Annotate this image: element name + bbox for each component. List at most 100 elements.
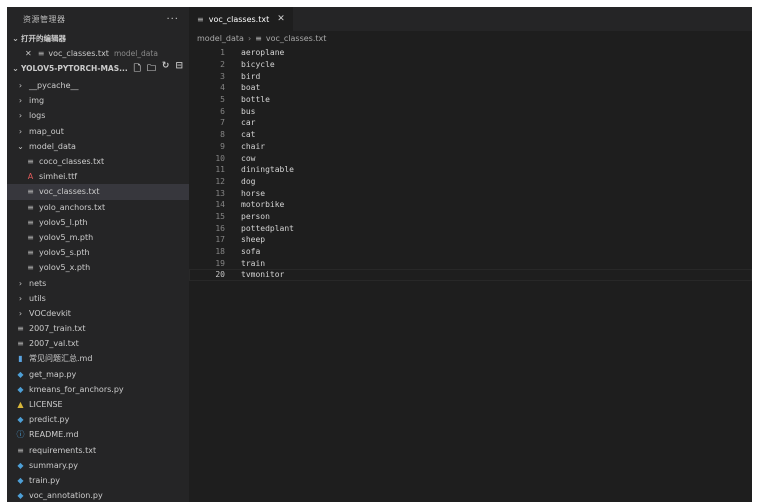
file-item[interactable]: ◆ kmeans_for_anchors.py (7, 382, 189, 397)
close-icon[interactable]: ✕ (277, 14, 285, 24)
line-number: 16 (215, 223, 225, 233)
file-item[interactable]: ≡ 2007_val.txt (7, 336, 189, 351)
code-line[interactable]: 12 dog (189, 176, 752, 188)
project-section[interactable]: ⌄ YOLOV5-PYTORCH-MAS... 🗋 🗀 ↻ ⊟ (7, 61, 189, 76)
more-actions-icon[interactable]: ··· (166, 14, 179, 25)
folder-item[interactable]: › logs (7, 108, 189, 123)
open-editors-section[interactable]: ⌄ 打开的编辑器 (7, 31, 189, 46)
tree-item-label: utils (29, 293, 46, 303)
code-line[interactable]: 4 boat (189, 82, 752, 94)
line-number: 4 (220, 83, 225, 93)
close-icon[interactable]: ✕ (25, 49, 32, 58)
chevron-right-icon: › (247, 34, 252, 43)
code-line[interactable]: 13 horse (189, 187, 752, 199)
code-line[interactable]: 20 tvmonitor (189, 269, 752, 281)
code-line[interactable]: 9 chair (189, 141, 752, 153)
python-file-icon: ◆ (17, 460, 24, 470)
file-item[interactable]: ≡ yolov5_l.pth (7, 215, 189, 230)
breadcrumb-file[interactable]: voc_classes.txt (266, 34, 327, 43)
line-number: 11 (215, 165, 225, 175)
code-line[interactable]: 2 bicycle (189, 59, 752, 71)
code-line[interactable]: 15 person (189, 211, 752, 223)
line-text: bird (241, 71, 261, 81)
code-line[interactable]: 6 bus (189, 105, 752, 117)
markdown-file-icon: ▮ (18, 354, 23, 364)
folder-item[interactable]: › VOCdevkit (7, 306, 189, 321)
file-item[interactable]: ▮ 常见问题汇总.md (7, 351, 189, 366)
file-item[interactable]: ◆ train.py (7, 473, 189, 488)
code-line[interactable]: 8 cat (189, 129, 752, 141)
text-file-icon: ≡ (27, 248, 34, 258)
code-editor[interactable]: 1 aeroplane 2 bicycle 3 bird 4 boat 5 bottle 6 bus 7… (189, 47, 752, 281)
breadcrumb-folder[interactable]: model_data (197, 34, 244, 43)
code-line[interactable]: 16 pottedplant (189, 222, 752, 234)
open-editor-item[interactable]: ✕ ≡ voc_classes.txt model_data (7, 46, 189, 61)
text-file-icon: ≡ (27, 232, 34, 242)
file-item[interactable]: ◆ voc_annotation.py (7, 488, 189, 502)
file-item[interactable]: ◆ summary.py (7, 458, 189, 473)
folder-item[interactable]: ⌄ model_data (7, 139, 189, 154)
code-line[interactable]: 17 sheep (189, 234, 752, 246)
collapse-all-icon[interactable]: ⊟ (175, 61, 183, 77)
line-text: train (241, 258, 266, 268)
line-number: 1 (220, 48, 225, 58)
line-text: dog (241, 176, 256, 186)
file-item[interactable]: ◆ get_map.py (7, 367, 189, 382)
code-line[interactable]: 19 train (189, 257, 752, 269)
refresh-icon[interactable]: ↻ (162, 61, 170, 77)
tree-item-label: requirements.txt (29, 445, 97, 455)
file-item[interactable]: ≡ yolov5_s.pth (7, 245, 189, 260)
file-item[interactable]: ≡ yolo_anchors.txt (7, 200, 189, 215)
code-line[interactable]: 10 cow (189, 152, 752, 164)
code-line[interactable]: 3 bird (189, 70, 752, 82)
folder-item[interactable]: › __pycache__ (7, 78, 189, 93)
breadcrumb: model_data › ≡ voc_classes.txt (189, 31, 752, 46)
line-number: 9 (220, 141, 225, 151)
chevron-right-icon: › (18, 126, 23, 136)
open-editor-label: voc_classes.txt (48, 49, 109, 58)
tab-bar: ≡ voc_classes.txt ✕ (189, 7, 752, 31)
file-item[interactable]: ◆ predict.py (7, 412, 189, 427)
line-number: 17 (215, 235, 225, 245)
file-item[interactable]: ▲ LICENSE (7, 397, 189, 412)
line-text: motorbike (241, 200, 285, 210)
tree-item-label: get_map.py (29, 369, 77, 379)
file-item[interactable]: ≡ voc_classes.txt (7, 184, 189, 200)
code-line[interactable]: 5 bottle (189, 94, 752, 106)
file-item[interactable]: ⓘ README.md (7, 427, 189, 442)
line-text: aeroplane (241, 48, 285, 58)
text-file-icon: ≡ (27, 157, 34, 167)
python-file-icon: ◆ (17, 384, 24, 394)
folder-item[interactable]: › utils (7, 291, 189, 306)
line-text: car (241, 118, 256, 128)
code-line[interactable]: 1 aeroplane (189, 47, 752, 59)
code-line[interactable]: 18 sofa (189, 246, 752, 258)
tree-item-label: yolov5_s.pth (39, 248, 90, 258)
tree-item-label: yolov5_m.pth (39, 232, 94, 242)
file-item[interactable]: ≡ yolov5_x.pth (7, 260, 189, 275)
file-item[interactable]: ≡ requirements.txt (7, 443, 189, 458)
file-item[interactable]: Asimhei.ttf (7, 169, 189, 184)
file-item[interactable]: ≡ 2007_train.txt (7, 321, 189, 336)
code-line[interactable]: 14 motorbike (189, 199, 752, 211)
tree-item-label: kmeans_for_anchors.py (29, 384, 124, 394)
line-number: 15 (215, 211, 225, 221)
folder-item[interactable]: › map_out (7, 124, 189, 139)
folder-item[interactable]: › img (7, 93, 189, 108)
line-text: cow (241, 153, 256, 163)
code-line[interactable]: 7 car (189, 117, 752, 129)
tab-label: voc_classes.txt (208, 14, 270, 24)
text-file-icon: ≡ (27, 263, 34, 273)
file-item[interactable]: ≡ yolov5_m.pth (7, 230, 189, 245)
file-item[interactable]: ≡ coco_classes.txt (7, 154, 189, 169)
new-file-icon[interactable]: 🗋 (134, 61, 141, 77)
chevron-down-icon: ⌄ (12, 64, 19, 73)
explorer-header: 资源管理器 ··· (7, 7, 189, 31)
new-folder-icon[interactable]: 🗀 (147, 61, 156, 77)
folder-item[interactable]: › nets (7, 275, 189, 290)
text-file-icon: ≡ (17, 324, 24, 334)
line-number: 20 (215, 270, 225, 280)
code-line[interactable]: 11 diningtable (189, 164, 752, 176)
tab-voc-classes[interactable]: ≡ voc_classes.txt ✕ (189, 7, 293, 31)
tree-item-label: yolo_anchors.txt (39, 202, 106, 212)
